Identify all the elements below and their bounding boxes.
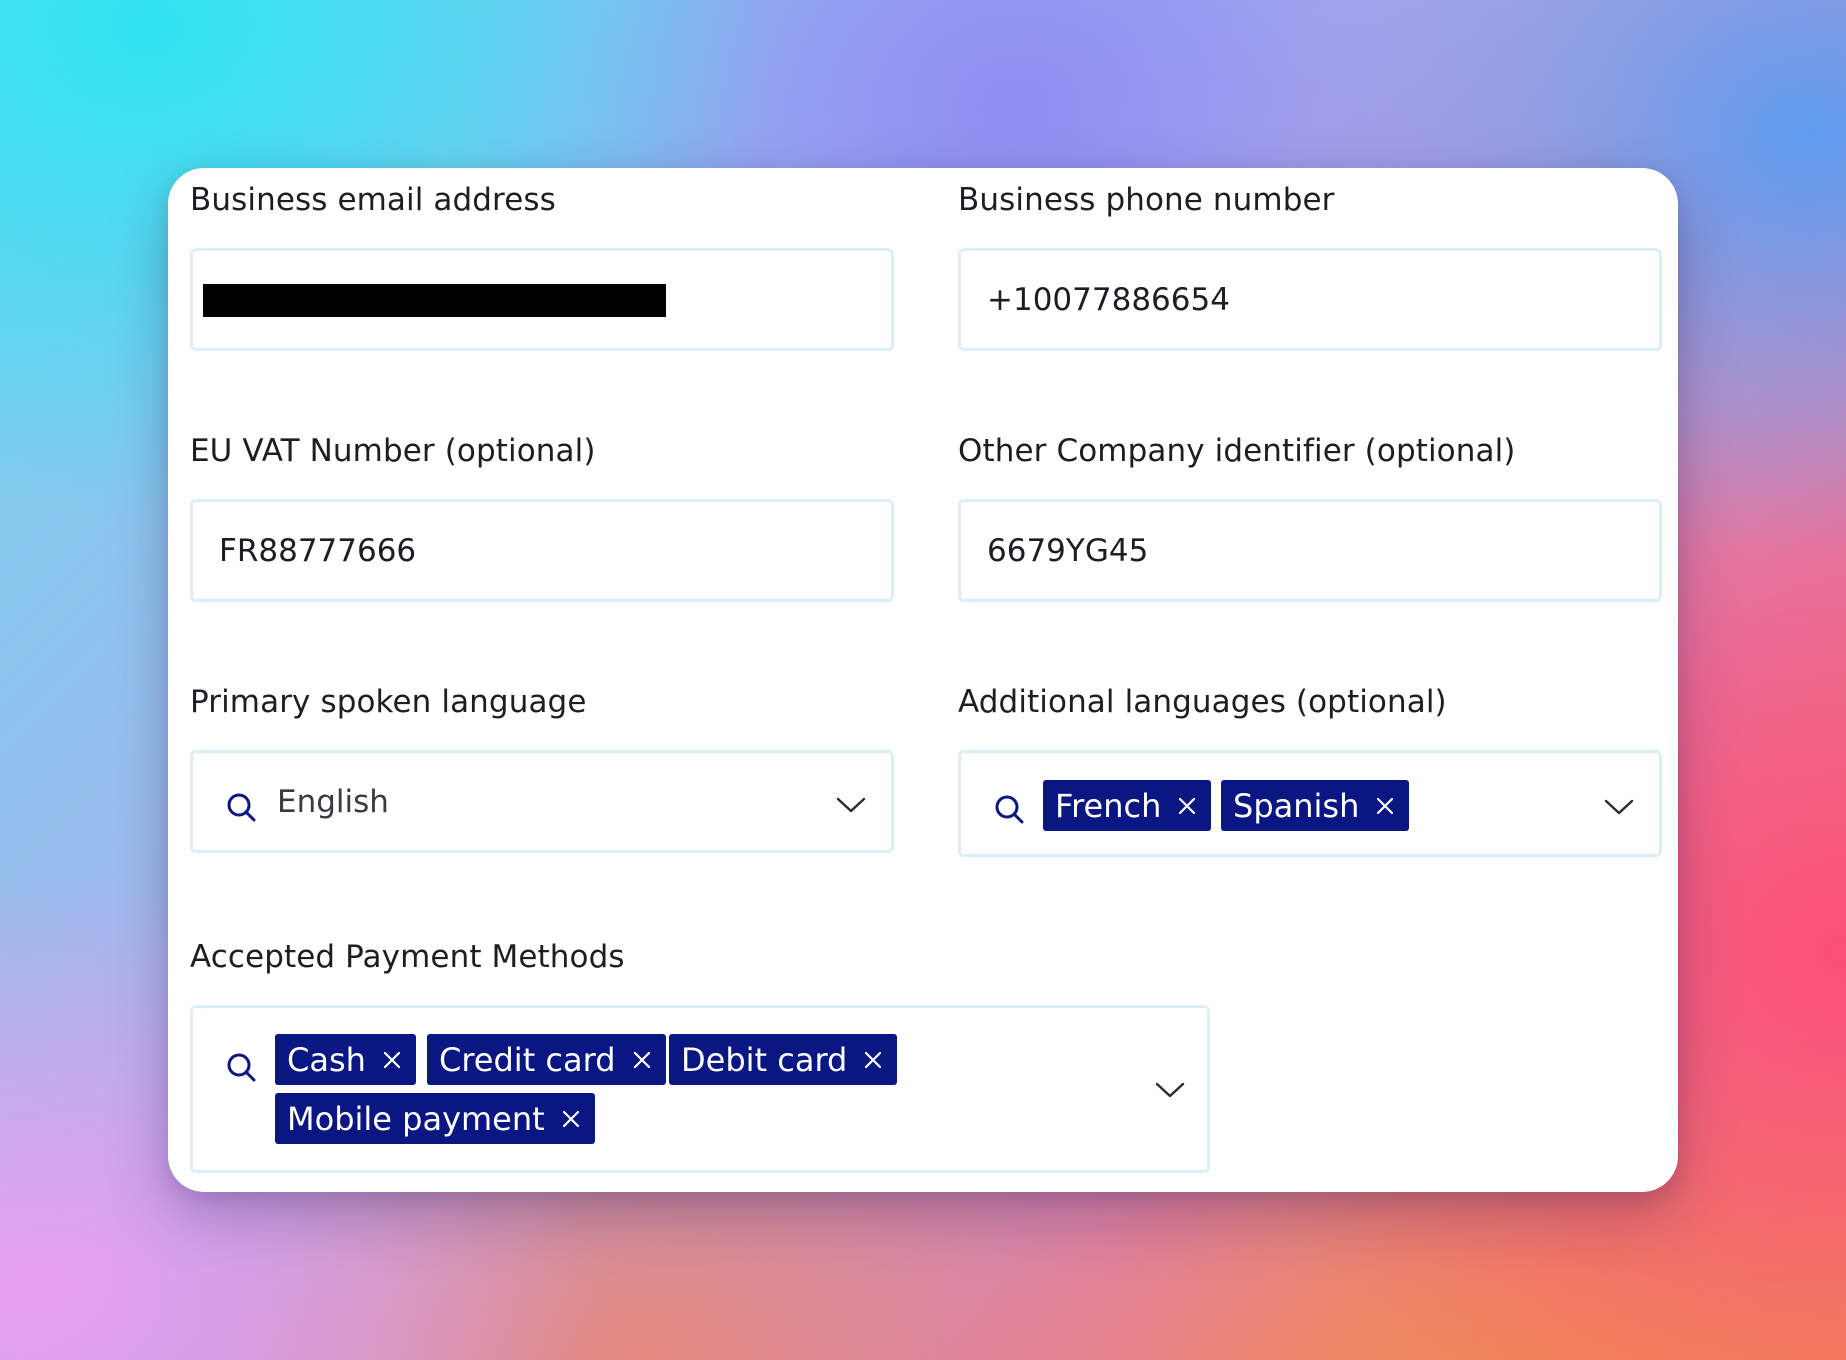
search-icon bbox=[227, 1053, 256, 1082]
redacted-email-value bbox=[203, 284, 666, 317]
chip-label: Mobile payment bbox=[287, 1099, 545, 1138]
close-icon[interactable] bbox=[1375, 796, 1395, 816]
chip-label: Credit card bbox=[439, 1040, 616, 1079]
vat-label: EU VAT Number (optional) bbox=[190, 433, 596, 469]
search-icon bbox=[227, 793, 256, 822]
email-label: Business email address bbox=[190, 182, 556, 218]
chip-debit-card: Debit card bbox=[669, 1034, 898, 1085]
chevron-down-icon[interactable] bbox=[1155, 1081, 1185, 1099]
phone-value: +10077886654 bbox=[987, 281, 1230, 318]
payment-methods-select[interactable]: Cash Credit card Debit card Mobile payme… bbox=[190, 1005, 1210, 1173]
chip-mobile-payment: Mobile payment bbox=[275, 1093, 595, 1144]
payment-methods-label: Accepted Payment Methods bbox=[190, 939, 625, 975]
vat-value: FR88777666 bbox=[219, 532, 417, 569]
chip-label: Debit card bbox=[681, 1040, 848, 1079]
chip-label: Spanish bbox=[1233, 786, 1360, 825]
chevron-down-icon[interactable] bbox=[836, 796, 866, 814]
company-id-label: Other Company identifier (optional) bbox=[958, 433, 1516, 469]
primary-language-select[interactable]: English bbox=[190, 750, 894, 853]
close-icon[interactable] bbox=[632, 1050, 652, 1070]
company-id-value: 6679YG45 bbox=[987, 532, 1149, 569]
primary-language-label: Primary spoken language bbox=[190, 684, 587, 720]
chip-cash: Cash bbox=[275, 1034, 416, 1085]
chip-french: French bbox=[1043, 780, 1212, 831]
close-icon[interactable] bbox=[382, 1050, 402, 1070]
close-icon[interactable] bbox=[863, 1050, 883, 1070]
close-icon[interactable] bbox=[561, 1109, 581, 1129]
search-icon bbox=[995, 795, 1024, 824]
phone-label: Business phone number bbox=[958, 182, 1335, 218]
chip-spanish: Spanish bbox=[1221, 780, 1410, 831]
primary-language-value: English bbox=[277, 783, 389, 820]
additional-languages-label: Additional languages (optional) bbox=[958, 684, 1447, 720]
chevron-down-icon[interactable] bbox=[1604, 798, 1634, 816]
close-icon[interactable] bbox=[1177, 796, 1197, 816]
phone-field[interactable]: +10077886654 bbox=[958, 248, 1662, 351]
business-details-card: Business email address Business phone nu… bbox=[168, 168, 1678, 1192]
email-field[interactable] bbox=[190, 248, 894, 351]
chip-label: French bbox=[1055, 786, 1162, 825]
company-id-field[interactable]: 6679YG45 bbox=[958, 499, 1662, 602]
chip-credit-card: Credit card bbox=[427, 1034, 666, 1085]
additional-languages-select[interactable]: French Spanish bbox=[958, 750, 1662, 857]
vat-field[interactable]: FR88777666 bbox=[190, 499, 894, 602]
chip-label: Cash bbox=[287, 1040, 366, 1079]
